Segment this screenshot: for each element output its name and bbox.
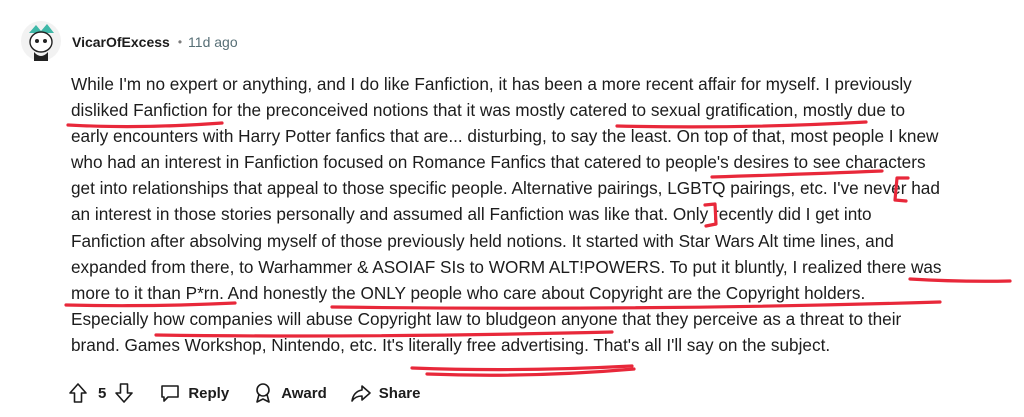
share-icon: [349, 381, 373, 405]
username-link[interactable]: VicarOfExcess: [72, 34, 170, 50]
comment-line: Especially how companies will abuse Copy…: [71, 308, 902, 329]
comment-line: While I'm no expert or anything, and I d…: [71, 74, 912, 94]
share-label: Share: [378, 384, 421, 402]
reply-label: Reply: [188, 384, 230, 402]
comment-line: expanded from there, to Warhammer & ASOI…: [71, 256, 942, 277]
comment-actions: 5 Reply Award Share: [66, 378, 420, 408]
award-label: Award: [281, 384, 327, 402]
underline-mark: [410, 364, 634, 372]
award-icon: [251, 381, 275, 405]
reply-icon: [158, 381, 182, 405]
comment-line: Fanfiction after absolving myself of tho…: [71, 230, 894, 251]
reply-button[interactable]: Reply: [158, 381, 229, 405]
comment-age: 11d ago: [188, 34, 238, 50]
comment-line: who had an interest in Fanfiction focuse…: [71, 152, 926, 173]
comment-body: While I'm no expert or anything, and I d…: [71, 71, 1016, 358]
upvote-icon[interactable]: [66, 381, 90, 405]
award-button[interactable]: Award: [251, 381, 327, 405]
underline-mark: [425, 367, 636, 377]
comment-line: more to it than P*rn. And honestly the O…: [71, 282, 866, 303]
vote-group: 5: [66, 381, 136, 405]
avatar-icon: [21, 21, 61, 61]
share-button[interactable]: Share: [349, 381, 421, 405]
vote-count: 5: [98, 384, 107, 402]
comment-line: an interest in those stories personally …: [71, 204, 872, 225]
downvote-icon[interactable]: [112, 381, 136, 405]
comment-line: get into relationships that appeal to th…: [71, 178, 940, 199]
comment-line: brand. Games Workshop, Nintendo, etc. It…: [71, 334, 831, 355]
avatar[interactable]: [20, 20, 62, 62]
comment-line: disliked Fanfiction for the preconceived…: [71, 100, 906, 121]
comment-line: early encounters with Harry Potter fanfi…: [71, 126, 939, 147]
comment-header: VicarOfExcess • 11d ago: [72, 30, 238, 54]
separator-dot: •: [177, 35, 183, 49]
